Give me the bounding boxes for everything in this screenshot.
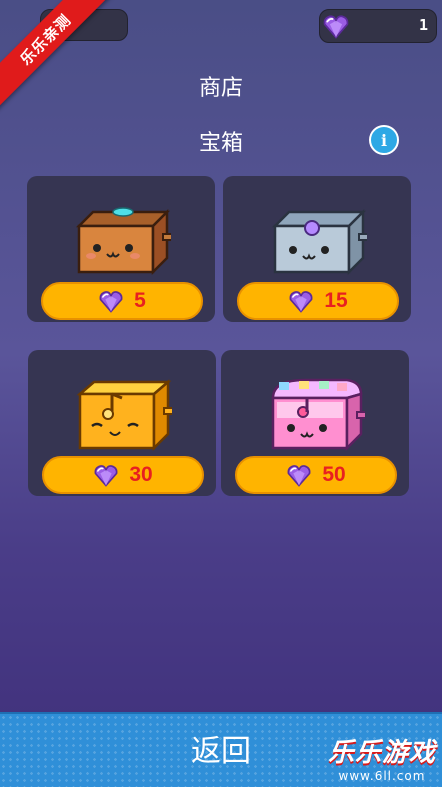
page-title: 商店 [198,76,243,101]
gem-counter: 1 [319,9,437,43]
heart-gem-icon [288,288,314,314]
heart-gem-icon [98,288,124,314]
chest-price: 15 [324,289,348,312]
heart-gem-icon [322,12,350,40]
watermark-url: www.6ll.com [338,769,426,783]
watermark: 乐乐游戏 www.6ll.com [328,732,436,783]
chest-card-rainbow[interactable]: 50 [221,350,409,496]
buy-wooden-chest-button[interactable]: 5 [41,282,203,320]
chest-price: 30 [129,463,153,486]
rainbow-chest-icon [271,378,365,452]
chest-card-silver[interactable]: 15 [223,176,411,322]
chest-price: 50 [322,463,346,486]
gold-chest-icon [76,379,172,452]
watermark-title: 乐乐游戏 [327,738,436,768]
silver-chest-icon [271,208,367,276]
wooden-chest-icon [75,207,171,276]
heart-gem-icon [286,462,312,488]
buy-silver-chest-button[interactable]: 15 [237,282,399,320]
buy-gold-chest-button[interactable]: 30 [42,456,204,494]
chest-price: 5 [134,289,146,312]
buy-rainbow-chest-button[interactable]: 50 [235,456,397,494]
info-button[interactable]: i [369,125,399,155]
footer-bar: 返回 乐乐游戏 www.6ll.com [0,712,442,787]
chest-card-wooden[interactable]: 5 [27,176,215,322]
chest-card-gold[interactable]: 30 [28,350,216,496]
heart-gem-icon [93,462,119,488]
gem-count: 1 [418,16,428,34]
